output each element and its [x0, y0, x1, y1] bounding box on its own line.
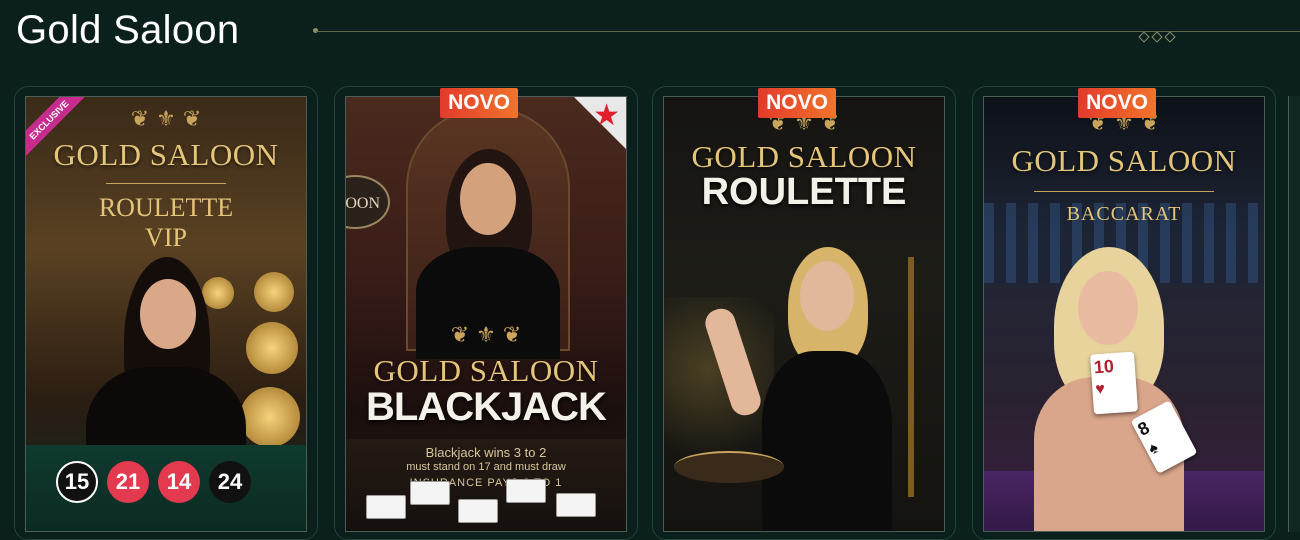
playing-card	[458, 499, 498, 523]
ornament-icon: ❦ ⚜ ❦	[450, 323, 522, 348]
result-number: 24	[209, 461, 251, 503]
playing-card	[366, 495, 406, 519]
novo-badge: NOVO	[758, 88, 836, 118]
decor-disc	[240, 387, 300, 447]
game-subtitle: BACCARAT	[1066, 203, 1182, 225]
card-rank: 10	[1093, 355, 1115, 378]
game-card-baccarat[interactable]: ❦ ⚜ ❦ GOLD SALOON BACCARAT 10 ♥ 8 ♠	[983, 96, 1265, 532]
playing-card: 10 ♥	[1089, 351, 1139, 415]
divider	[1034, 191, 1214, 192]
game-brand: GOLD SALOON	[373, 353, 599, 388]
corner-logo: OON	[346, 175, 390, 229]
result-number: 15	[56, 461, 98, 503]
novo-badge: NOVO	[1078, 88, 1156, 118]
game-brand: GOLD SALOON	[1011, 143, 1237, 178]
result-number: 21	[107, 461, 149, 503]
section-title: Gold Saloon	[16, 8, 240, 52]
results-bar: 15 21 14 24	[56, 461, 260, 503]
playing-card	[556, 493, 596, 517]
divider	[106, 183, 226, 184]
rules-text: Blackjack wins 3 to 2	[425, 445, 547, 460]
dealer-image	[701, 247, 912, 531]
game-brand: GOLD SALOON	[53, 137, 279, 172]
novo-badge: NOVO	[440, 88, 518, 118]
game-subtitle: ROULETTE	[98, 193, 234, 222]
result-number: 14	[158, 461, 200, 503]
game-subtitle: ROULETTE	[701, 171, 907, 213]
playing-card	[410, 481, 450, 505]
game-subtitle: BLACKJACK	[366, 385, 607, 429]
title-rule-ornament	[1138, 26, 1179, 45]
next-card-partial[interactable]	[1288, 96, 1300, 532]
rules-text: INSURANCE PAYS 2 TO 1	[409, 477, 563, 489]
decor-disc	[254, 272, 294, 312]
game-subtitle-line2: VIP	[145, 223, 187, 252]
roulette-wheel-rim	[674, 451, 784, 483]
playing-card	[506, 479, 546, 503]
game-brand: GOLD SALOON	[691, 139, 917, 174]
decor-disc	[246, 322, 298, 374]
game-card-roulette[interactable]: ❦ ⚜ ❦ GOLD SALOON ROULETTE	[663, 96, 945, 532]
star-icon: ★	[593, 98, 620, 133]
rules-text: must stand on 17 and must draw	[406, 461, 566, 473]
game-card-blackjack[interactable]: OON ★ ❦ ⚜ ❦ GOLD SALOON BLACKJACK Blackj…	[345, 96, 627, 532]
ornament-icon: ❦ ⚜ ❦	[130, 107, 202, 132]
game-card-roulette-vip[interactable]: EXCLUSIVE ❦ ⚜ ❦ GOLD SALOON ROULETTE VIP…	[25, 96, 307, 532]
